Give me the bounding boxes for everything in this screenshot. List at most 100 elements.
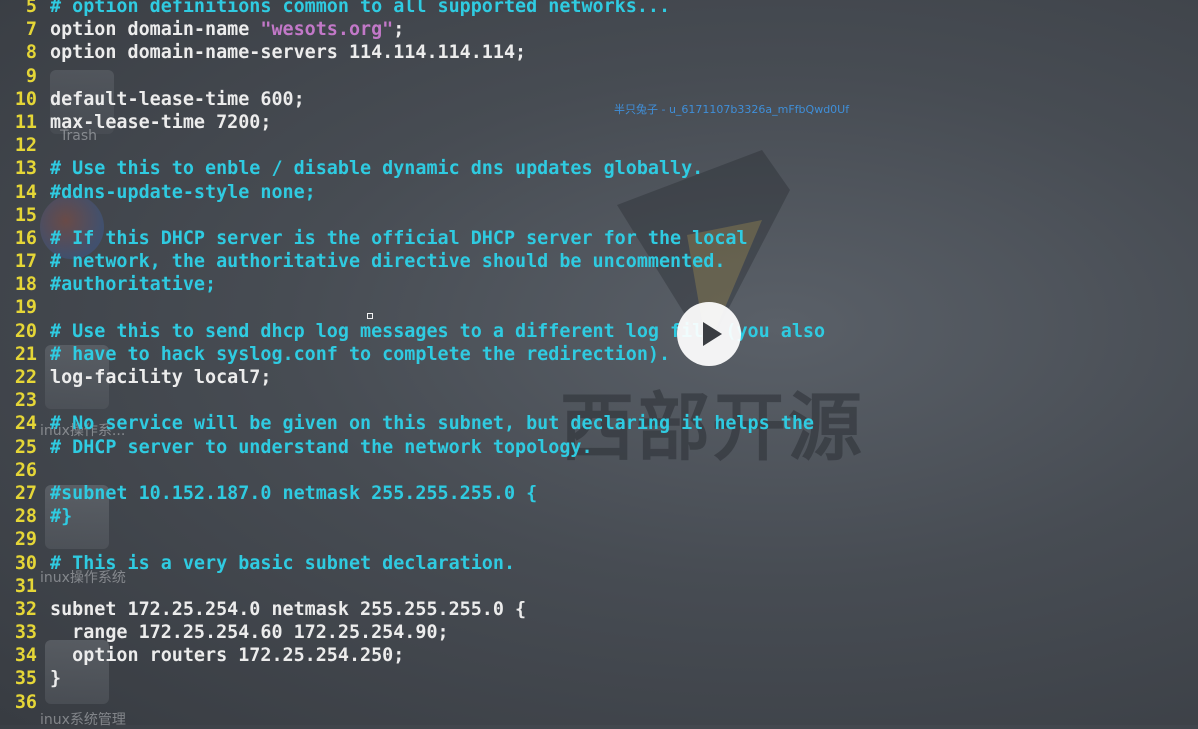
code-line[interactable]: 5 # option definitions common to all supp… [0,0,1198,18]
line-number: 5 [25,0,37,17]
line-number: 15 [14,204,37,226]
line-number: 29 [14,529,37,551]
code-comment: # DHCP server to understand the network … [50,436,593,458]
code-token: option routers 172.25.254.250; [50,645,405,667]
line-number: 36 [14,691,37,713]
code-line[interactable]: 13 # Use this to enble / disable dynamic … [0,157,1198,180]
line-number: 10 [14,88,37,110]
line-number: 25 [14,436,37,458]
line-number: 19 [14,297,37,319]
code-line[interactable]: 19 [0,296,1198,319]
line-number: 32 [14,598,37,620]
line-number: 33 [14,622,37,644]
code-line[interactable]: 20 # Use this to send dhcp log messages t… [0,320,1198,343]
video-watermark: 半只兔子 - u_6171107b3326a_mFfbQwd0Uf [614,103,850,116]
line-number: 8 [25,42,37,64]
code-line[interactable]: 16 # If this DHCP server is the official … [0,227,1198,250]
code-string: "wesots.org" [260,19,394,41]
code-token: option domain-name [50,19,261,41]
line-number: 20 [14,320,37,342]
code-line[interactable]: 35} [0,667,1198,690]
code-text: subnet 172.25.254.0 netmask 255.255.255.… [50,598,526,621]
code-text: option routers 172.25.254.250; [50,644,404,667]
line-number: 35 [14,668,37,690]
line-number: 23 [14,390,37,412]
line-number: 21 [14,343,37,365]
line-number: 24 [14,413,37,435]
terminal-editor[interactable]: 5 # option definitions common to all supp… [0,0,1198,714]
line-number: 11 [14,111,37,133]
code-token: } [50,668,62,690]
code-line[interactable]: 29 [0,528,1198,551]
code-text: #ddns-update-style none; [50,181,316,204]
line-number: 18 [14,274,37,296]
code-line[interactable]: 17 # network, the authoritative directive… [0,250,1198,273]
code-comment: #ddns-update-style none; [50,181,316,203]
code-text: max-lease-time 7200; [50,111,271,134]
play-button[interactable] [677,302,741,366]
code-line[interactable]: 10 default-lease-time 600; [0,88,1198,111]
code-line[interactable]: 25 # DHCP server to understand the networ… [0,436,1198,459]
code-line[interactable]: 33 range 172.25.254.60 172.25.254.90; [0,621,1198,644]
code-comment: # have to hack syslog.conf to complete t… [50,343,671,365]
code-line[interactable]: 27 #subnet 10.152.187.0 netmask 255.255.2… [0,482,1198,505]
code-line[interactable]: 21 # have to hack syslog.conf to complete… [0,343,1198,366]
code-token: default-lease-time 600; [50,88,305,110]
code-text: #} [50,505,72,528]
line-number: 30 [14,552,37,574]
code-line[interactable]: 22 log-facility local7; [0,366,1198,389]
code-text: # This is a very basic subnet declaratio… [50,552,515,575]
code-line[interactable]: 12 [0,134,1198,157]
code-comment: # option definitions common to all suppo… [50,0,671,17]
code-token: log-facility local7; [50,367,272,388]
code-comment: # This is a very basic subnet declaratio… [50,552,516,574]
code-line[interactable]: 34 option routers 172.25.254.250; [0,644,1198,667]
line-number: 34 [14,645,37,667]
code-line[interactable]: 26 [0,459,1198,482]
code-text: #subnet 10.152.187.0 netmask 255.255.255… [50,482,537,505]
line-number: 22 [14,367,37,388]
code-line[interactable]: 14 #ddns-update-style none; [0,181,1198,204]
line-number: 27 [14,482,37,504]
code-text: # If this DHCP server is the official DH… [50,227,748,250]
code-line[interactable]: 15 [0,204,1198,227]
code-line[interactable]: 23 [0,389,1198,412]
code-token: option domain-name-servers 114.114.114.1… [50,42,527,64]
text-cursor-icon [367,313,373,319]
code-line[interactable]: 32 subnet 172.25.254.0 netmask 255.255.25… [0,598,1198,621]
code-text: range 172.25.254.60 172.25.254.90; [50,621,449,644]
code-text: default-lease-time 600; [50,88,305,111]
code-text: # DHCP server to understand the network … [50,436,593,459]
line-number: 16 [14,227,37,249]
code-text: option domain-name-servers 114.114.114.1… [50,41,526,64]
code-token: subnet 172.25.254.0 netmask 255.255.255.… [50,598,527,620]
line-number: 12 [14,135,37,157]
line-number: 31 [14,575,37,597]
code-token: ; [393,19,405,41]
line-number: 7 [25,19,37,41]
code-comment: # network, the authoritative directive s… [50,251,726,273]
code-token: range 172.25.254.60 172.25.254.90; [50,622,449,644]
code-text: # option definitions common to all suppo… [50,0,670,18]
code-text: log-facility local7; [50,366,271,389]
code-line[interactable]: 11 max-lease-time 7200; [0,111,1198,134]
code-text: } [50,667,61,690]
code-comment: #subnet 10.152.187.0 netmask 255.255.255… [50,482,538,504]
code-line[interactable]: 31 [0,575,1198,598]
line-number: 14 [14,181,37,203]
code-line[interactable]: 24 # No service will be given on this sub… [0,412,1198,435]
code-line[interactable]: 36 [0,691,1198,714]
code-comment: #} [50,506,73,528]
code-line[interactable]: 30 # This is a very basic subnet declarat… [0,552,1198,575]
code-line[interactable]: 7 option domain-name "wesots.org"; [0,18,1198,41]
code-line[interactable]: 9 [0,65,1198,88]
code-token: max-lease-time 7200; [50,111,272,133]
code-line[interactable]: 8 option domain-name-servers 114.114.114.… [0,41,1198,64]
line-number: 17 [14,251,37,273]
code-text: # network, the authoritative directive s… [50,250,725,273]
code-text: option domain-name "wesots.org"; [50,18,404,41]
line-number: 9 [25,65,37,87]
code-line[interactable]: 18 #authoritative; [0,273,1198,296]
code-text: # have to hack syslog.conf to complete t… [50,343,670,366]
code-line[interactable]: 28 #} [0,505,1198,528]
